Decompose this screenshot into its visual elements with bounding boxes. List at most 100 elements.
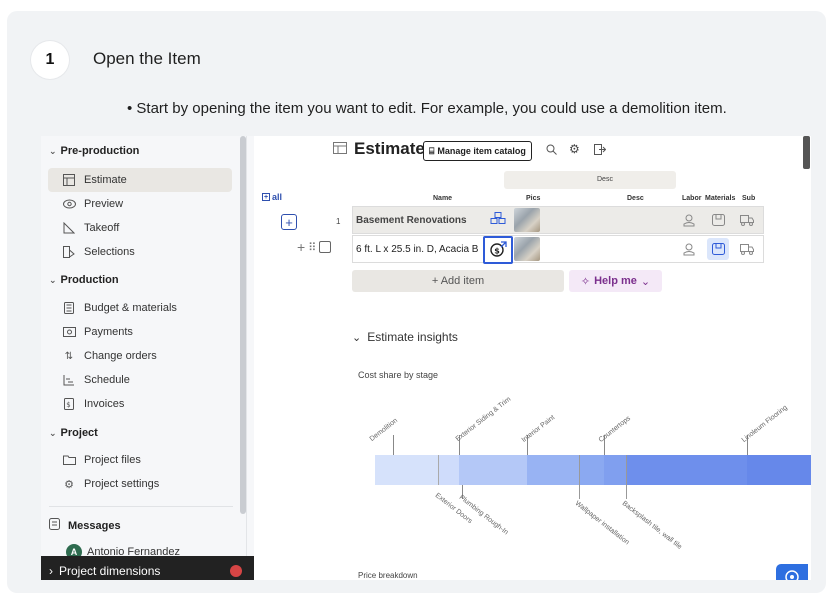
sparkle-icon: ✧ bbox=[580, 275, 591, 288]
stage-tick bbox=[579, 455, 580, 499]
stage-bar-segment[interactable] bbox=[604, 455, 626, 485]
expand-all-toggle[interactable]: + all bbox=[262, 192, 282, 202]
table-row[interactable]: 6 ft. L x 25.5 in. D, Acacia B bbox=[352, 235, 764, 263]
chevron-down-icon: ⌄ bbox=[49, 274, 57, 285]
stage-label: Linoleum Flooring bbox=[740, 404, 789, 444]
app-screenshot: ⌄ Pre-production Estimate Preview Takeof… bbox=[41, 136, 811, 580]
sidebar-item-invoices[interactable]: $ Invoices bbox=[48, 392, 232, 416]
stage-bar-segment[interactable] bbox=[459, 455, 527, 485]
settings-icon[interactable]: ⚙ bbox=[569, 142, 580, 156]
chevron-right-icon: › bbox=[49, 564, 53, 578]
assembly-icon[interactable] bbox=[490, 212, 506, 229]
export-icon[interactable] bbox=[594, 144, 607, 158]
step-title: Open the Item bbox=[93, 49, 201, 68]
table-icon bbox=[62, 173, 76, 187]
sidebar-item-preview[interactable]: Preview bbox=[48, 192, 232, 216]
table-icon bbox=[333, 139, 347, 159]
price-breakdown-title: Price breakdown bbox=[358, 571, 418, 580]
stage-label: Interior Paint bbox=[520, 414, 557, 444]
column-header-pics: Pics bbox=[526, 195, 541, 202]
sidebar-item-change-orders[interactable]: ⇅ Change orders bbox=[48, 344, 232, 368]
svg-text:$: $ bbox=[66, 401, 70, 409]
project-dimensions-bar[interactable]: › Project dimensions bbox=[41, 556, 254, 580]
stage-bar-segment[interactable] bbox=[438, 455, 459, 485]
stage-label: Exterior Siding & Trim bbox=[454, 395, 513, 443]
search-icon[interactable] bbox=[546, 144, 557, 158]
help-chat-button[interactable] bbox=[776, 564, 808, 580]
stage-tick bbox=[438, 455, 439, 485]
stage-bar-segment[interactable] bbox=[747, 455, 811, 485]
stage-bar-segment[interactable] bbox=[375, 455, 438, 485]
payments-icon bbox=[62, 325, 76, 339]
catalog-icon: ⌸ bbox=[429, 145, 435, 156]
desc-toolbar: Desc bbox=[504, 171, 676, 189]
labor-icon[interactable] bbox=[678, 238, 700, 260]
step-instruction: • Start by opening the item you want to … bbox=[127, 100, 727, 117]
chevron-down-icon: ⌄ bbox=[49, 145, 57, 156]
sidebar-item-selections[interactable]: Selections bbox=[48, 240, 232, 264]
column-header-name: Name bbox=[433, 195, 453, 202]
chevron-down-icon: ⌄ bbox=[352, 331, 362, 344]
column-header-materials: Materials bbox=[705, 195, 736, 202]
sidebar-item-project-files[interactable]: Project files bbox=[48, 448, 232, 472]
notification-dot bbox=[230, 565, 242, 577]
row-number: 1 bbox=[336, 217, 341, 226]
message-icon bbox=[49, 518, 60, 533]
sidebar-item-project-settings[interactable]: ⚙ Project settings bbox=[48, 472, 232, 496]
sidebar-divider bbox=[49, 506, 233, 507]
gear-icon: ⚙ bbox=[64, 478, 74, 491]
stage-label: Demolition bbox=[368, 417, 400, 443]
step-number-badge: 1 bbox=[31, 41, 69, 79]
stage-label: Countertops bbox=[597, 415, 633, 444]
sidebar-item-estimate[interactable]: Estimate bbox=[48, 168, 232, 192]
help-me-button[interactable]: ✧ Help me ⌄ bbox=[569, 270, 662, 292]
svg-text:$: $ bbox=[494, 246, 500, 255]
subcontractor-icon[interactable] bbox=[736, 209, 758, 231]
add-row-button[interactable]: + bbox=[281, 214, 297, 230]
add-subrow-icon[interactable]: + bbox=[297, 239, 305, 255]
folder-icon bbox=[62, 453, 76, 467]
takeoff-icon bbox=[62, 221, 76, 235]
sidebar-group-production[interactable]: ⌄ Production bbox=[49, 274, 119, 286]
column-header-sub: Sub bbox=[742, 195, 756, 202]
labor-icon[interactable] bbox=[678, 209, 700, 231]
stage-bar-segment[interactable] bbox=[579, 455, 604, 485]
main-scrollbar[interactable] bbox=[803, 136, 810, 169]
table-row[interactable]: Basement Renovations bbox=[352, 206, 764, 234]
row-checkbox[interactable] bbox=[319, 241, 332, 253]
cost-share-title: Cost share by stage bbox=[358, 370, 439, 380]
stage-tick bbox=[393, 435, 394, 455]
stage-bar-segment[interactable] bbox=[527, 455, 579, 485]
item-photo[interactable] bbox=[514, 208, 540, 232]
sidebar-item-payments[interactable]: Payments bbox=[48, 320, 232, 344]
calculator-icon bbox=[62, 301, 76, 315]
drag-handle-icon[interactable]: ⠿ bbox=[308, 241, 316, 254]
schedule-icon bbox=[62, 373, 76, 387]
chevron-down-icon: ⌄ bbox=[640, 275, 651, 288]
materials-icon[interactable] bbox=[707, 238, 729, 260]
sidebar-group-preproduction[interactable]: ⌄ Pre-production bbox=[49, 145, 139, 157]
manage-item-catalog-button[interactable]: ⌸ Manage item catalog bbox=[423, 141, 532, 161]
sidebar-item-budget[interactable]: Budget & materials bbox=[48, 296, 232, 320]
materials-icon[interactable] bbox=[707, 209, 729, 231]
add-item-button[interactable]: + Add item bbox=[352, 270, 564, 292]
plus-square-icon: + bbox=[262, 193, 270, 201]
sidebar-item-takeoff[interactable]: Takeoff bbox=[48, 216, 232, 240]
stage-tick bbox=[626, 455, 627, 499]
item-photo[interactable] bbox=[514, 237, 540, 261]
estimate-title: Estimate bbox=[333, 139, 425, 159]
estimate-insights-toggle[interactable]: ⌄ Estimate insights bbox=[352, 330, 458, 344]
stage-bar-segment[interactable] bbox=[626, 455, 747, 485]
chevron-down-icon: ⌄ bbox=[49, 427, 57, 438]
sidebar-group-project[interactable]: ⌄ Project bbox=[49, 427, 98, 439]
invoice-icon: $ bbox=[62, 397, 76, 411]
change-orders-icon: ⇅ bbox=[64, 350, 74, 362]
sidebar-messages[interactable]: Messages bbox=[49, 518, 121, 533]
subcontractor-icon[interactable] bbox=[736, 238, 758, 260]
row-name: Basement Renovations bbox=[356, 215, 467, 226]
row-controls: + ⠿ bbox=[297, 239, 332, 255]
sidebar-item-schedule[interactable]: Schedule bbox=[48, 368, 232, 392]
sidebar-border bbox=[246, 136, 247, 580]
open-item-button[interactable]: $ bbox=[483, 236, 513, 264]
stage-label: Backsplash tile, wall tile bbox=[620, 500, 683, 551]
